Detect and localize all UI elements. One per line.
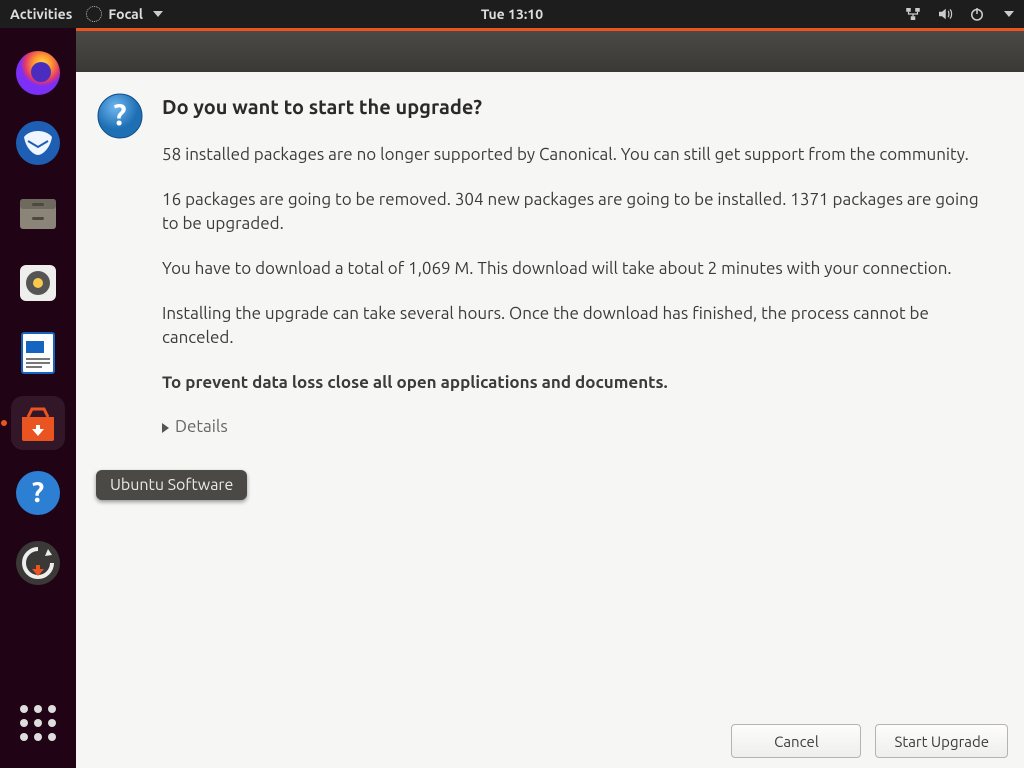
dialog-button-row: Cancel Start Upgrade bbox=[731, 724, 1008, 758]
dock-item-writer[interactable] bbox=[11, 326, 65, 380]
dialog-body: ? Do you want to start the upgrade? 58 i… bbox=[76, 72, 1024, 768]
clock[interactable]: Tue 13:10 bbox=[481, 6, 543, 22]
apps-grid-icon bbox=[18, 703, 58, 743]
dock-item-firefox[interactable] bbox=[11, 46, 65, 100]
cancel-button[interactable]: Cancel bbox=[731, 724, 861, 758]
app-menu-label: Focal bbox=[108, 6, 143, 22]
dock-item-rhythmbox[interactable] bbox=[11, 256, 65, 310]
app-menu-icon bbox=[86, 6, 102, 22]
dock: ? bbox=[0, 28, 76, 768]
power-icon[interactable] bbox=[968, 5, 986, 23]
svg-text:?: ? bbox=[113, 97, 126, 131]
show-applications-button[interactable] bbox=[11, 696, 65, 750]
system-menu-chevron-icon[interactable] bbox=[1004, 11, 1014, 17]
upgrade-dialog-window: ? Do you want to start the upgrade? 58 i… bbox=[76, 28, 1024, 768]
network-icon[interactable] bbox=[904, 5, 922, 23]
dialog-paragraph: 16 packages are going to be removed. 304… bbox=[162, 188, 992, 237]
dialog-paragraph: 58 installed packages are no longer supp… bbox=[162, 143, 992, 168]
dock-item-ubuntu-software[interactable] bbox=[11, 396, 65, 450]
volume-icon[interactable] bbox=[936, 5, 954, 23]
details-expander[interactable]: Details bbox=[162, 415, 992, 440]
start-upgrade-button[interactable]: Start Upgrade bbox=[875, 724, 1008, 758]
dock-item-software-updater[interactable] bbox=[11, 536, 65, 590]
svg-text:?: ? bbox=[32, 477, 44, 508]
top-bar: Activities Focal Tue 13:10 bbox=[0, 0, 1024, 28]
window-titlebar[interactable] bbox=[76, 28, 1024, 72]
dock-tooltip: Ubuntu Software bbox=[96, 470, 247, 500]
chevron-down-icon bbox=[153, 11, 163, 17]
details-label: Details bbox=[175, 415, 228, 440]
dialog-warning: To prevent data loss close all open appl… bbox=[162, 371, 992, 396]
app-menu[interactable]: Focal bbox=[86, 6, 163, 22]
dock-item-files[interactable] bbox=[11, 186, 65, 240]
dock-item-help[interactable]: ? bbox=[11, 466, 65, 520]
dialog-paragraph: You have to download a total of 1,069 M.… bbox=[162, 257, 992, 282]
dock-item-thunderbird[interactable] bbox=[11, 116, 65, 170]
activities-button[interactable]: Activities bbox=[10, 6, 72, 22]
dialog-paragraph: Installing the upgrade can take several … bbox=[162, 302, 992, 351]
dialog-heading: Do you want to start the upgrade? bbox=[162, 92, 992, 121]
chevron-right-icon bbox=[162, 423, 169, 433]
question-icon: ? bbox=[96, 92, 144, 440]
